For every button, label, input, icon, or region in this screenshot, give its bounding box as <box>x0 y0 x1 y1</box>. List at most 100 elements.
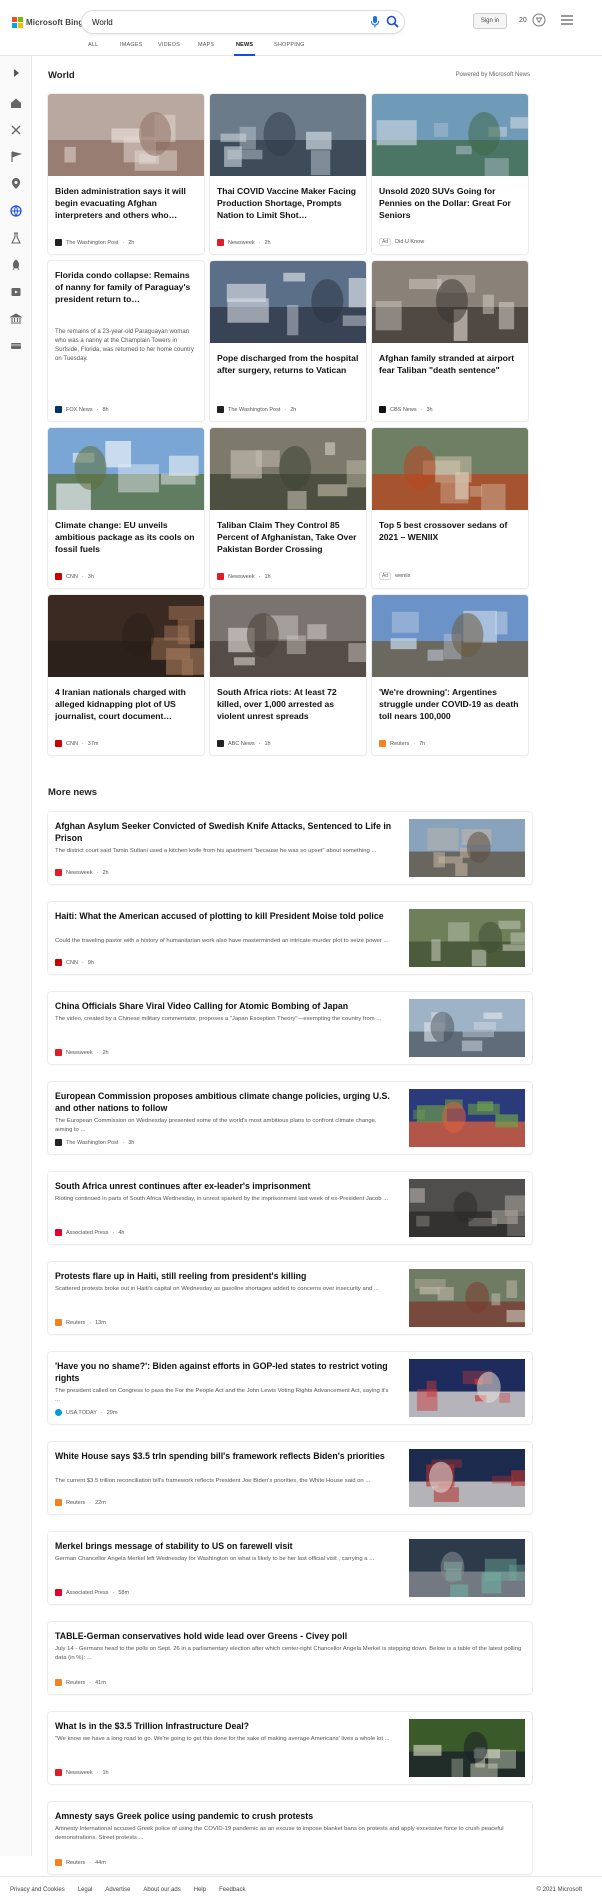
news-item-title[interactable]: China Officials Share Viral Video Callin… <box>55 1000 395 1012</box>
news-card[interactable]: 'We're drowning': Argentines struggle un… <box>372 595 528 755</box>
news-item-image[interactable] <box>409 1179 535 1237</box>
flag-icon[interactable] <box>10 150 23 162</box>
location-icon[interactable] <box>10 177 22 189</box>
news-card-title[interactable]: Unsold 2020 SUVs Going for Pennies on th… <box>379 185 521 221</box>
news-card[interactable]: Florida condo collapse: Remains of nanny… <box>48 261 204 421</box>
globe-icon[interactable] <box>10 204 22 217</box>
rewards-icon[interactable] <box>532 13 546 27</box>
news-card-title[interactable]: Afghan family stranded at airport fear T… <box>379 352 521 376</box>
footer-link[interactable]: About our ads <box>143 1887 180 1893</box>
news-list-item[interactable]: European Commission proposes ambitious c… <box>48 1082 532 1154</box>
news-card[interactable]: Pope discharged from the hospital after … <box>210 261 366 421</box>
hamburger-menu-icon[interactable] <box>561 15 573 25</box>
search-icon[interactable] <box>386 15 399 28</box>
footer-link[interactable]: Help <box>194 1887 206 1893</box>
news-item-title[interactable]: Afghan Asylum Seeker Convicted of Swedis… <box>55 820 395 844</box>
news-item-image[interactable] <box>409 909 540 967</box>
news-card-image[interactable] <box>210 595 366 677</box>
news-item-title[interactable]: White House says $3.5 trln spending bill… <box>55 1450 395 1462</box>
news-item-image[interactable] <box>409 1359 525 1417</box>
news-card-title[interactable]: Climate change: EU unveils ambitious pac… <box>55 519 197 555</box>
news-list-item[interactable]: Amnesty says Greek police using pandemic… <box>48 1802 532 1874</box>
news-card-image[interactable] <box>210 428 366 510</box>
news-card-title[interactable]: Biden administration says it will begin … <box>55 185 197 221</box>
bank-icon[interactable] <box>9 312 23 324</box>
news-card-title[interactable]: South Africa riots: At least 72 killed, … <box>217 686 359 722</box>
money-icon[interactable] <box>10 339 22 351</box>
news-item-title[interactable]: What Is in the $3.5 Trillion Infrastruct… <box>55 1720 395 1732</box>
news-list-item[interactable]: Protests flare up in Haiti, still reelin… <box>48 1262 533 1334</box>
news-list-item[interactable]: 'Have you no shame?': Biden against effo… <box>48 1352 532 1424</box>
news-list-item[interactable]: Haiti: What the American accused of plot… <box>48 902 540 974</box>
expand-arrow-icon[interactable] <box>10 66 22 78</box>
news-card[interactable]: Climate change: EU unveils ambitious pac… <box>48 428 204 588</box>
news-card-image[interactable] <box>372 428 528 514</box>
news-item-title[interactable]: TABLE-German conservatives hold wide lea… <box>55 1630 395 1642</box>
news-card-title[interactable]: 'We're drowning': Argentines struggle un… <box>379 686 521 722</box>
news-card[interactable]: Unsold 2020 SUVs Going for Pennies on th… <box>372 94 528 254</box>
news-card[interactable]: Taliban Claim They Control 85 Percent of… <box>210 428 366 588</box>
footer-link[interactable]: Advertise <box>105 1887 130 1893</box>
news-item-image[interactable] <box>409 1449 538 1507</box>
news-card-image[interactable] <box>372 595 528 677</box>
news-card[interactable]: Top 5 best crossover sedans of 2021 – WE… <box>372 428 528 588</box>
tab-shopping[interactable]: SHOPPING <box>274 40 305 56</box>
news-card-image[interactable] <box>372 94 528 184</box>
news-item-title[interactable]: Haiti: What the American accused of plot… <box>55 910 395 922</box>
news-list-item[interactable]: China Officials Share Viral Video Callin… <box>48 992 532 1064</box>
news-list-item[interactable]: South Africa unrest continues after ex-l… <box>48 1172 535 1244</box>
news-card[interactable]: 4 Iranian nationals charged with alleged… <box>48 595 204 755</box>
news-card-image[interactable] <box>48 94 204 176</box>
entertainment-icon[interactable] <box>10 285 22 297</box>
tab-images[interactable]: IMAGES <box>120 40 143 56</box>
news-list-item[interactable]: Afghan Asylum Seeker Convicted of Swedis… <box>48 812 532 884</box>
tab-videos[interactable]: VIDEOS <box>158 40 180 56</box>
science-icon[interactable] <box>10 231 22 244</box>
news-card-image[interactable] <box>48 428 204 514</box>
news-item-title[interactable]: Merkel brings message of stability to US… <box>55 1540 395 1552</box>
microphone-icon[interactable] <box>370 16 380 28</box>
tab-all[interactable]: ALL <box>88 40 98 56</box>
news-item-image[interactable] <box>409 1539 530 1598</box>
footer-link[interactable]: Legal <box>78 1887 93 1893</box>
news-card-image[interactable] <box>210 94 366 176</box>
news-item-image[interactable] <box>409 1269 533 1327</box>
news-card-title[interactable]: Taliban Claim They Control 85 Percent of… <box>217 519 359 555</box>
news-item-image[interactable] <box>409 999 525 1057</box>
rewards-count[interactable]: 20 <box>519 17 527 24</box>
rocket-icon[interactable] <box>10 258 22 271</box>
bing-logo[interactable]: Microsoft Bing <box>12 14 83 30</box>
news-list-item[interactable]: TABLE-German conservatives hold wide lea… <box>48 1622 532 1694</box>
home-icon[interactable] <box>10 96 22 108</box>
search-input[interactable] <box>92 15 342 29</box>
news-card[interactable]: Afghan family stranded at airport fear T… <box>372 261 528 421</box>
news-item-title[interactable]: South Africa unrest continues after ex-l… <box>55 1180 395 1192</box>
sports-icon[interactable] <box>10 123 22 135</box>
news-card[interactable]: South Africa riots: At least 72 killed, … <box>210 595 366 755</box>
news-list-item[interactable]: White House says $3.5 trln spending bill… <box>48 1442 538 1514</box>
tab-news[interactable]: NEWS <box>233 40 256 56</box>
news-card-title[interactable]: Florida condo collapse: Remains of nanny… <box>55 269 197 305</box>
news-card-title[interactable]: Pope discharged from the hospital after … <box>217 352 359 376</box>
news-card-image[interactable] <box>48 595 204 677</box>
news-item-title[interactable]: Amnesty says Greek police using pandemic… <box>55 1810 395 1822</box>
news-list-item[interactable]: Merkel brings message of stability to US… <box>48 1532 532 1604</box>
news-list-item[interactable]: What Is in the $3.5 Trillion Infrastruct… <box>48 1712 532 1784</box>
news-card-title[interactable]: 4 Iranian nationals charged with alleged… <box>55 686 197 722</box>
news-item-title[interactable]: European Commission proposes ambitious c… <box>55 1090 395 1114</box>
footer-link[interactable]: Feedback <box>219 1887 245 1893</box>
news-card[interactable]: Thai COVID Vaccine Maker Facing Producti… <box>210 94 366 254</box>
news-card-title[interactable]: Thai COVID Vaccine Maker Facing Producti… <box>217 185 359 221</box>
news-item-title[interactable]: Protests flare up in Haiti, still reelin… <box>55 1270 395 1282</box>
news-card-title[interactable]: Top 5 best crossover sedans of 2021 – WE… <box>379 519 521 543</box>
news-item-image[interactable] <box>409 1719 525 1781</box>
news-item-image[interactable] <box>409 819 525 877</box>
sign-in-button[interactable]: Sign in <box>473 13 507 29</box>
news-card-image[interactable] <box>372 261 528 343</box>
news-item-image[interactable] <box>409 1089 525 1147</box>
footer-link[interactable]: Privacy and Cookies <box>10 1887 65 1893</box>
news-card-image[interactable] <box>210 261 366 343</box>
news-item-title[interactable]: 'Have you no shame?': Biden against effo… <box>55 1360 395 1384</box>
tab-maps[interactable]: MAPS <box>198 40 214 56</box>
news-card[interactable]: Biden administration says it will begin … <box>48 94 204 254</box>
